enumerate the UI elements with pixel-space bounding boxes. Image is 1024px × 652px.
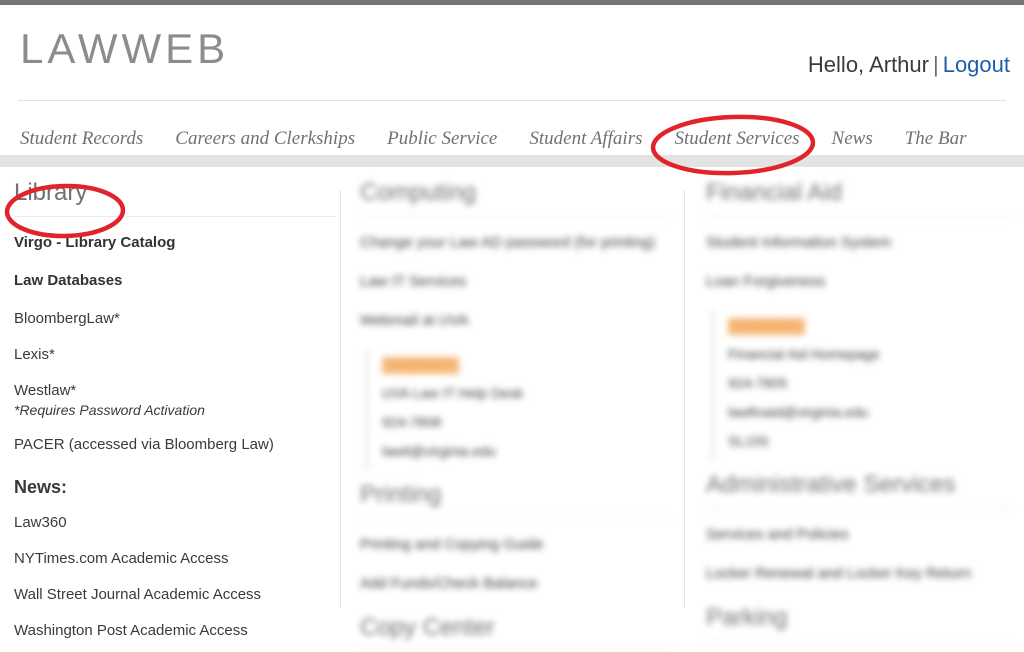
- password-activation-note: *Requires Password Activation: [14, 402, 205, 418]
- contact-tag: CONTACT: [728, 318, 805, 335]
- greeting-text: Hello, Arthur: [807, 52, 929, 77]
- contact-phone: 924-7805: [728, 375, 788, 391]
- link-add-funds-check-balance[interactable]: Add Funds/Check Balance: [360, 574, 670, 594]
- link-services-and-policies[interactable]: Services and Policies: [706, 525, 1012, 545]
- section-heading-printing: Printing: [360, 480, 670, 519]
- subsection-heading-news: News:: [14, 477, 68, 497]
- user-session-area: Hello, Arthur | Logout: [808, 51, 1010, 79]
- column-financial-aid: Financial Aid Student Information System…: [706, 178, 1012, 642]
- nav-item-the-bar[interactable]: The Bar: [905, 126, 967, 157]
- column-library: Library Virgo - Library Catalog Law Data…: [14, 178, 336, 639]
- link-law360[interactable]: Law360: [14, 513, 336, 533]
- nav-item-student-records[interactable]: Student Records: [20, 126, 143, 157]
- link-webmail-at-uva[interactable]: Webmail at UVA: [360, 311, 670, 331]
- nav-item-student-services[interactable]: Student Services: [674, 126, 800, 161]
- section-heading-financial-aid: Financial Aid: [706, 178, 1012, 217]
- greeting-separator: |: [932, 52, 939, 77]
- contact-box-financial-aid: CONTACT Financial Aid Homepage 924-7805 …: [712, 311, 1012, 460]
- link-printing-and-copying-guide[interactable]: Printing and Copying Guide: [360, 535, 670, 555]
- nav-item-careers-and-clerkships[interactable]: Careers and Clerkships: [175, 126, 355, 157]
- link-locker-renewal[interactable]: Locker Renewal and Locker Key Return: [706, 564, 1012, 584]
- nav-item-public-service[interactable]: Public Service: [387, 126, 497, 157]
- contact-email[interactable]: lawfinaid@virginia.edu: [728, 403, 1012, 421]
- masthead-divider: [18, 100, 1006, 101]
- contact-box-law-it: CONTACT UVA Law IT Help Desk 924-7808 la…: [366, 350, 670, 470]
- nav-bottom-strip: [0, 155, 1024, 167]
- section-heading-computing: Computing: [360, 178, 670, 217]
- section-heading-administrative-services: Administrative Services: [706, 470, 1012, 509]
- link-student-information-system[interactable]: Student Information System: [706, 233, 1012, 253]
- link-loan-forgiveness[interactable]: Loan Forgiveness: [706, 272, 1012, 292]
- section-heading-copy-center: Copy Center: [360, 613, 670, 652]
- nav-item-news[interactable]: News: [832, 126, 873, 157]
- link-washington-post-academic-access[interactable]: Washington Post Academic Access: [14, 621, 336, 641]
- link-law-it-services[interactable]: Law IT Services: [360, 272, 670, 292]
- contact-tag: CONTACT: [382, 357, 459, 374]
- section-heading-parking: Parking: [706, 603, 1012, 642]
- contact-homepage[interactable]: Financial Aid Homepage: [728, 345, 1012, 363]
- section-heading-library: Library: [14, 178, 336, 217]
- nav-item-student-affairs[interactable]: Student Affairs: [529, 126, 642, 157]
- link-wsj-academic-access[interactable]: Wall Street Journal Academic Access: [14, 585, 336, 605]
- link-nytimes-academic-access[interactable]: NYTimes.com Academic Access: [14, 549, 336, 569]
- masthead: LAWWEB Hello, Arthur | Logout: [0, 5, 1024, 100]
- contact-name: UVA Law IT Help Desk: [382, 385, 524, 401]
- link-change-law-ad-password[interactable]: Change your Law AD password (for printin…: [360, 233, 670, 253]
- link-pacer[interactable]: PACER (accessed via Bloomberg Law): [14, 435, 336, 455]
- main-navigation: Student Records Careers and Clerkships Pub…: [20, 126, 1010, 161]
- contact-phone: 924-7808: [382, 414, 442, 430]
- column-computing: Computing Change your Law AD password (f…: [360, 178, 670, 652]
- contact-email[interactable]: lawit@virginia.edu: [382, 442, 670, 460]
- column-divider-right: [684, 190, 685, 608]
- link-virgo-library-catalog[interactable]: Virgo - Library Catalog: [14, 233, 336, 253]
- link-law-databases[interactable]: Law Databases: [14, 271, 336, 291]
- logout-link[interactable]: Logout: [943, 52, 1010, 77]
- link-westlaw[interactable]: Westlaw*: [14, 381, 336, 401]
- contact-room: SL155: [728, 433, 769, 449]
- link-lexis[interactable]: Lexis*: [14, 345, 336, 365]
- link-bloomberglaw[interactable]: BloombergLaw*: [14, 309, 336, 329]
- site-logo[interactable]: LAWWEB: [20, 25, 229, 73]
- column-divider-left: [340, 190, 341, 608]
- content-columns: Library Virgo - Library Catalog Law Data…: [0, 178, 1024, 652]
